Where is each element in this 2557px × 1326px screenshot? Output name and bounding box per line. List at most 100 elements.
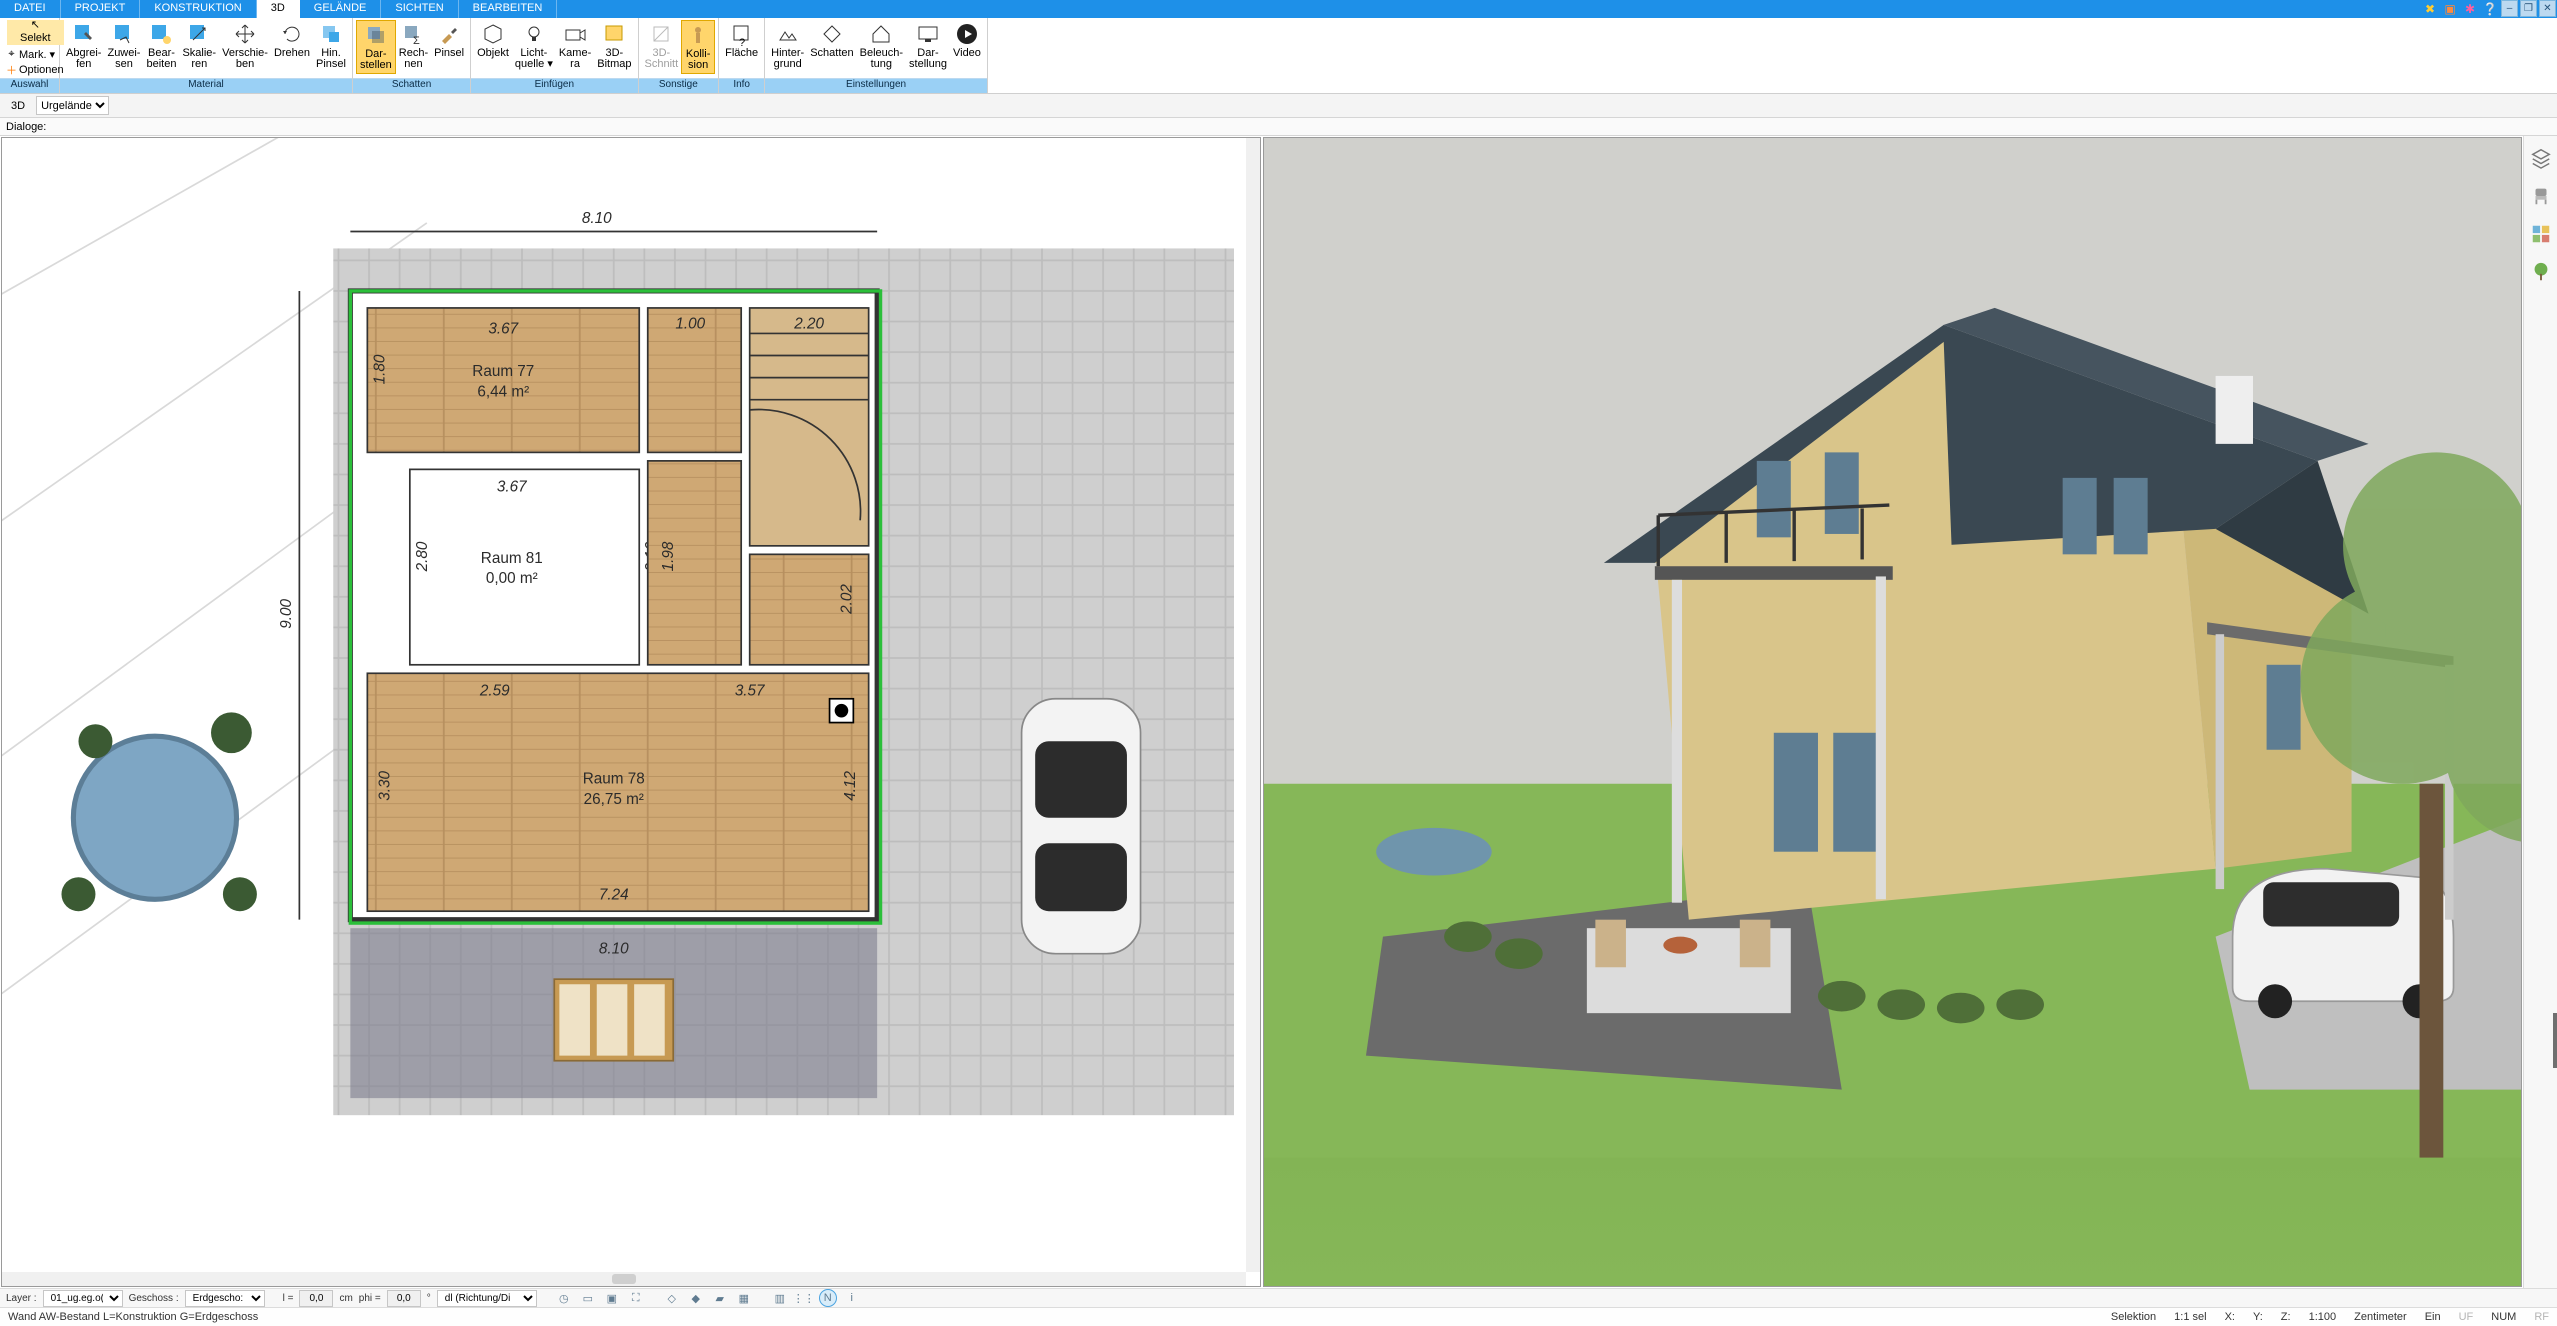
group-label-schatten: Schatten bbox=[353, 78, 470, 93]
skalieren-button[interactable]: Skalie- ren bbox=[179, 20, 219, 72]
group-label-sonstige: Sonstige bbox=[639, 78, 719, 93]
hintergrund-button[interactable]: Hinter- grund bbox=[768, 20, 807, 72]
eyedropper-icon bbox=[72, 22, 96, 46]
grid-icon[interactable]: ▥ bbox=[771, 1289, 789, 1307]
scale-icon bbox=[187, 22, 211, 46]
optionen-button[interactable]: ＋ Optionen bbox=[7, 64, 64, 76]
kamera-button[interactable]: Kame- ra bbox=[556, 20, 594, 72]
objekt-button[interactable]: Objekt bbox=[474, 20, 512, 61]
l-label: l = bbox=[283, 1293, 294, 1304]
tab-bearbeiten[interactable]: BEARBEITEN bbox=[459, 0, 558, 18]
layer-select[interactable]: Urgelände bbox=[36, 96, 109, 115]
svg-text:7.24: 7.24 bbox=[599, 886, 629, 903]
svg-text:Σ: Σ bbox=[413, 35, 420, 46]
tab-gelaende[interactable]: GELÄNDE bbox=[300, 0, 382, 18]
help-icon[interactable]: ❔ bbox=[2482, 1, 2498, 17]
camera2-icon[interactable]: ▣ bbox=[603, 1289, 621, 1307]
screen-icon[interactable]: ▭ bbox=[579, 1289, 597, 1307]
phi-label: phi = bbox=[359, 1293, 381, 1304]
ribbon: ↖ Selekt ⌖ Mark. ▾ ＋ Optionen Auswahl Ab… bbox=[0, 18, 2557, 94]
restore-button[interactable]: ❐ bbox=[2520, 0, 2537, 17]
status-ein: Ein bbox=[2425, 1311, 2441, 1323]
tab-konstruktion[interactable]: KONSTRUKTION bbox=[140, 0, 256, 18]
clock-icon[interactable]: ◷ bbox=[555, 1289, 573, 1307]
right-tool-strip bbox=[2523, 136, 2557, 1288]
tab-datei[interactable]: DATEI bbox=[0, 0, 61, 18]
side-scroll-handle[interactable] bbox=[2553, 1013, 2557, 1068]
dots-icon[interactable]: ⋮⋮ bbox=[795, 1289, 813, 1307]
rotate-icon bbox=[280, 22, 304, 46]
rechnen-button[interactable]: Σ Rech- nen bbox=[396, 20, 431, 72]
l-input[interactable] bbox=[299, 1290, 333, 1307]
dl-combo[interactable]: dl (Richtung/Di bbox=[437, 1290, 537, 1307]
schatten-einst-button[interactable]: Schatten bbox=[807, 20, 856, 61]
wire-icon[interactable]: ◇ bbox=[663, 1289, 681, 1307]
camera-icon bbox=[563, 22, 587, 46]
box-icon[interactable]: ▣ bbox=[2442, 1, 2458, 17]
dialoge-label: Dialoge: bbox=[6, 121, 46, 133]
plan-hscroll[interactable] bbox=[2, 1272, 1246, 1286]
phi-input[interactable] bbox=[387, 1290, 421, 1307]
geschoss-combo[interactable]: Erdgescho: bbox=[185, 1290, 265, 1307]
minimize-button[interactable]: – bbox=[2501, 0, 2518, 17]
3dbitmap-button[interactable]: 3D- Bitmap bbox=[594, 20, 634, 72]
close-button[interactable]: ✕ bbox=[2539, 0, 2556, 17]
kollision-button[interactable]: Kolli- sion bbox=[681, 20, 715, 74]
ribbon-group-einstellungen: Hinter- grund Schatten Beleuch- tung Dar… bbox=[765, 18, 988, 93]
palette-icon[interactable] bbox=[2529, 222, 2553, 246]
abgreifen-button[interactable]: Abgrei- fen bbox=[63, 20, 104, 72]
tab-projekt[interactable]: PROJEKT bbox=[61, 0, 141, 18]
view-3d-viewport[interactable] bbox=[1263, 137, 2523, 1287]
verschieben-button[interactable]: Verschie- ben bbox=[219, 20, 271, 72]
svg-text:9.00: 9.00 bbox=[278, 598, 295, 628]
gift-icon[interactable]: ✱ bbox=[2462, 1, 2478, 17]
selekt-button[interactable]: ↖ Selekt bbox=[7, 20, 64, 45]
svg-text:8.10: 8.10 bbox=[582, 210, 612, 227]
zuweisen-button[interactable]: Zuwei- sen bbox=[104, 20, 143, 72]
wrench-icon[interactable]: ✖ bbox=[2422, 1, 2438, 17]
layer-combo[interactable]: 01_ug.eg.o( bbox=[43, 1290, 123, 1307]
geschoss-label: Geschoss : bbox=[129, 1293, 179, 1304]
3dschnitt-button[interactable]: 3D- Schnitt bbox=[642, 20, 682, 72]
plan-vscroll[interactable] bbox=[1246, 138, 1260, 1272]
flaeche-button[interactable]: ? Fläche bbox=[722, 20, 761, 61]
optionen-label: Optionen bbox=[19, 64, 64, 76]
darstellen-button[interactable]: Dar- stellen bbox=[356, 20, 396, 74]
hinpinsel-button[interactable]: Hin. Pinsel bbox=[313, 20, 349, 72]
video-button[interactable]: Video bbox=[950, 20, 984, 61]
plan-2d-viewport[interactable]: 8.10 9.00 3.67 Raum 77 6,44 m² 1.80 1.00… bbox=[1, 137, 1261, 1287]
lasso-icon: ⌖ bbox=[7, 50, 16, 59]
lightbulb-icon bbox=[522, 22, 546, 46]
layer-label: Layer : bbox=[6, 1293, 37, 1304]
ribbon-group-sonstige: 3D- Schnitt Kolli- sion Sonstige bbox=[639, 18, 720, 93]
north-icon[interactable]: N bbox=[819, 1289, 837, 1307]
lichtquelle-button[interactable]: Licht- quelle ▾ bbox=[512, 20, 556, 72]
status-x: X: bbox=[2225, 1311, 2235, 1323]
group-label-material: Material bbox=[60, 78, 352, 93]
drehen-button[interactable]: Drehen bbox=[271, 20, 313, 61]
layers-icon[interactable] bbox=[2529, 146, 2553, 170]
l-unit: cm bbox=[339, 1293, 352, 1304]
selekt-label: Selekt bbox=[20, 33, 51, 44]
darstellung-button[interactable]: Dar- stellung bbox=[906, 20, 950, 72]
svg-text:2.59: 2.59 bbox=[479, 682, 510, 699]
tree-icon[interactable] bbox=[2529, 260, 2553, 284]
svg-text:1.98: 1.98 bbox=[660, 541, 677, 571]
info-icon[interactable]: i bbox=[843, 1289, 861, 1307]
tab-3d[interactable]: 3D bbox=[257, 0, 300, 18]
object-icon bbox=[481, 22, 505, 46]
chair-icon[interactable] bbox=[2529, 184, 2553, 208]
solid-icon[interactable]: ◆ bbox=[687, 1289, 705, 1307]
beleuchtung-button[interactable]: Beleuch- tung bbox=[857, 20, 906, 72]
area-icon: ? bbox=[730, 22, 754, 46]
bearbeiten-button[interactable]: Bear- beiten bbox=[143, 20, 179, 72]
svg-text:2.02: 2.02 bbox=[839, 584, 856, 615]
schatten-pinsel-button[interactable]: Pinsel bbox=[431, 20, 467, 61]
mark-button[interactable]: ⌖ Mark. ▾ bbox=[7, 48, 64, 61]
shaded-icon[interactable]: ▰ bbox=[711, 1289, 729, 1307]
tab-sichten[interactable]: SICHTEN bbox=[381, 0, 458, 18]
svg-text:Raum 78: Raum 78 bbox=[583, 771, 645, 788]
svg-text:1.00: 1.00 bbox=[675, 315, 705, 332]
textured-icon[interactable]: ▦ bbox=[735, 1289, 753, 1307]
film-icon[interactable]: ⛶ bbox=[627, 1289, 645, 1307]
